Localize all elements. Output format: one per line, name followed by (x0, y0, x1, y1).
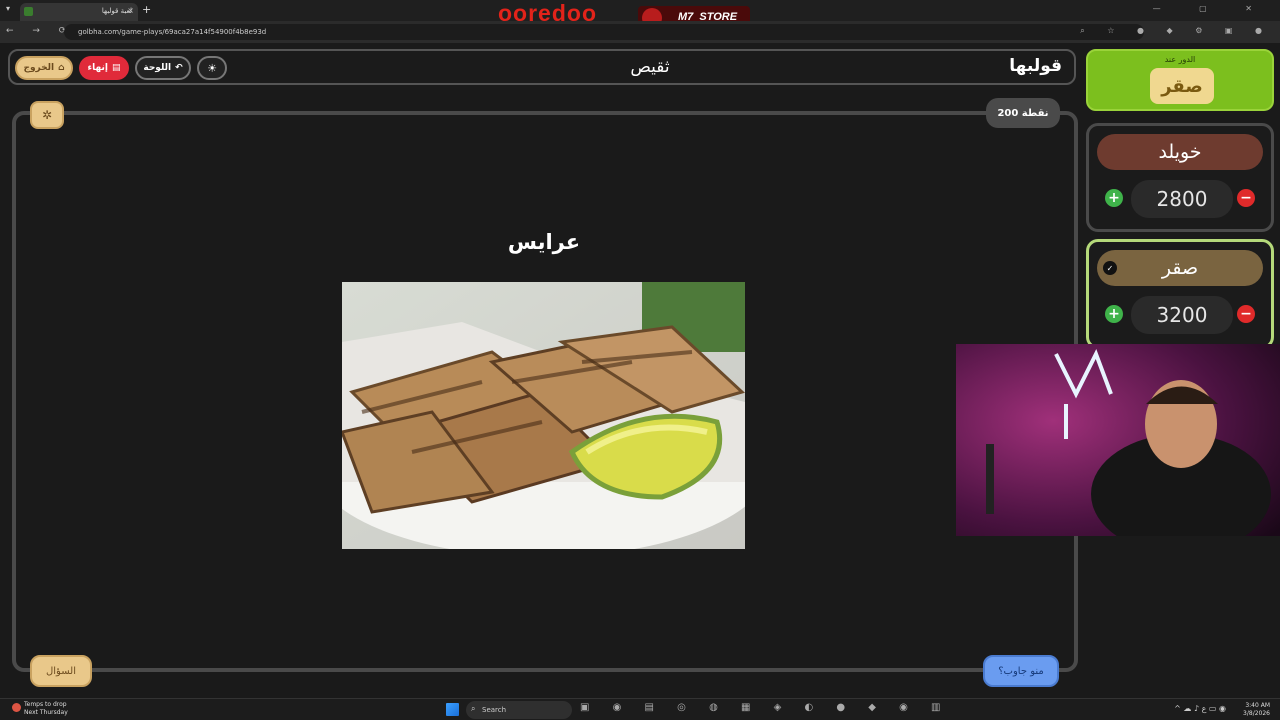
weather-line1: Temps to drop (24, 701, 67, 708)
tab-search-icon[interactable]: ▾ (6, 4, 10, 13)
team-name-text: صقر (1161, 257, 1199, 279)
new-tab-button[interactable]: + (142, 3, 151, 16)
turn-indicator: الدور عند صقر (1086, 49, 1274, 111)
weather-widget[interactable]: Temps to drop Next Thursday (12, 701, 68, 717)
search-label: Search (482, 706, 507, 714)
theme-toggle-button[interactable]: ☀ (197, 56, 227, 80)
end-game-button[interactable]: إنهاء ▤ (79, 56, 129, 80)
report-bug-button[interactable]: ✲ (30, 101, 64, 129)
bug-icon: ✲ (41, 108, 53, 122)
team-score: 3200 (1131, 296, 1233, 334)
clipboard-icon: ▤ (111, 63, 121, 73)
door-icon: ⌂ (58, 63, 65, 73)
subtract-points-button[interactable]: − (1237, 305, 1255, 323)
clock-date: 3/8/2026 (1243, 710, 1270, 717)
points-badge: 200 نقطة (986, 98, 1060, 128)
food-photo (342, 282, 745, 549)
webcam-feed (956, 344, 1280, 536)
end-label: إنهاء (87, 63, 108, 73)
board-label: اللوحة (143, 63, 172, 73)
team-card-active: ✓ صقر + 3200 − (1086, 239, 1274, 349)
board-button[interactable]: اللوحة ↶ (135, 56, 191, 80)
undo-arrow-icon: ↶ (175, 63, 183, 73)
extension-icons[interactable]: ⌕ ☆ ● ◆ ⚙ ▣ ● (1080, 26, 1272, 36)
turn-team-name: صقر (1150, 68, 1214, 104)
add-points-button[interactable]: + (1105, 189, 1123, 207)
system-tray[interactable]: ^ ☁ ♪ ع ▭ ◉ (1174, 704, 1226, 713)
favicon-icon (24, 7, 33, 16)
team-card: خويلد + 2800 − (1086, 123, 1274, 232)
pinned-apps[interactable]: ▣ ◉ ▤ ◎ ◍ ▦ ◈ ◐ ● ◆ ◉ ▥ (580, 702, 951, 713)
webcam-overlay (956, 344, 1280, 536)
question-button[interactable]: السؤال (30, 655, 92, 687)
weather-icon (12, 703, 21, 712)
team-score: 2800 (1131, 180, 1233, 218)
answer-image (342, 282, 745, 549)
team-name: ✓ صقر (1097, 250, 1263, 286)
game-header: الخروج ⌂ إنهاء ▤ اللوحة ↶ ☀ ثقيص قولبها (8, 49, 1076, 85)
sun-icon: ☀ (207, 61, 217, 75)
add-points-button[interactable]: + (1105, 305, 1123, 323)
game-app: الخروج ⌂ إنهاء ▤ اللوحة ↶ ☀ ثقيص قولبها … (0, 43, 1280, 698)
clock-time: 3:40 AM (1245, 702, 1270, 709)
turn-label: الدور عند (1164, 55, 1196, 64)
search-icon: ⌕ (471, 704, 476, 713)
taskbar-search[interactable]: ⌕ Search (466, 701, 572, 719)
browser-tab[interactable]: لعبة قولبها × (20, 3, 138, 21)
close-tab-icon[interactable]: × (127, 6, 134, 15)
app-logo: قولبها (1009, 56, 1062, 76)
check-icon: ✓ (1103, 261, 1117, 275)
answer-text: عرايس (507, 230, 581, 254)
browser-tab-bar: ▾ لعبة قولبها × + ooredoo M7_STORE — ▢ ✕ (0, 0, 1280, 30)
window-controls[interactable]: — ▢ ✕ (1153, 4, 1270, 13)
start-button[interactable] (446, 703, 459, 716)
windows-taskbar: Temps to drop Next Thursday ⌕ Search ▣ ◉… (0, 698, 1280, 720)
category-title: ثقيص (630, 57, 670, 77)
weather-line2: Next Thursday (24, 709, 68, 716)
team-name: خويلد (1097, 134, 1263, 170)
url-field[interactable]: golbha.com/game-plays/69aca27a14f54900f4… (64, 24, 1144, 40)
who-answered-button[interactable]: منو جاوب؟ (983, 655, 1059, 687)
address-bar: ← → ⟳ golbha.com/game-plays/69aca27a14f5… (0, 21, 1280, 43)
subtract-points-button[interactable]: − (1237, 189, 1255, 207)
exit-label: الخروج (23, 63, 55, 73)
clock[interactable]: 3:40 AM 3/8/2026 (1243, 702, 1270, 718)
exit-button[interactable]: الخروج ⌂ (15, 56, 73, 80)
